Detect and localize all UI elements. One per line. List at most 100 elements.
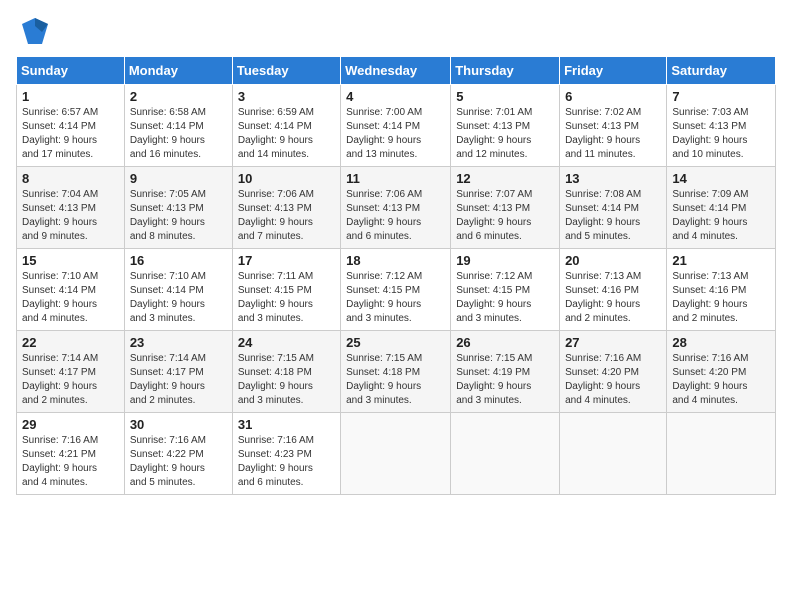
- day-cell: 10Sunrise: 7:06 AM Sunset: 4:13 PM Dayli…: [232, 167, 340, 249]
- day-number: 23: [130, 335, 227, 350]
- day-info: Sunrise: 7:16 AM Sunset: 4:21 PM Dayligh…: [22, 434, 119, 490]
- day-cell: 8 Sunrise: 7:04 AM Sunset: 4:13 PM Daylig…: [17, 167, 125, 249]
- day-number: 18: [346, 253, 445, 268]
- day-number: 28: [672, 335, 770, 350]
- day-number: 30: [130, 417, 227, 432]
- day-info: Sunrise: 7:16 AM Sunset: 4:23 PM Dayligh…: [238, 434, 335, 490]
- day-cell: 17Sunrise: 7:11 AM Sunset: 4:15 PM Dayli…: [232, 249, 340, 331]
- day-info: Sunrise: 7:07 AM Sunset: 4:13 PM Dayligh…: [456, 188, 554, 244]
- day-cell: 7 Sunrise: 7:03 AM Sunset: 4:13 PM Daylig…: [667, 85, 776, 167]
- header-tuesday: Tuesday: [232, 57, 340, 85]
- day-info: Sunrise: 7:03 AM Sunset: 4:13 PM Dayligh…: [672, 106, 770, 162]
- day-cell: 9 Sunrise: 7:05 AM Sunset: 4:13 PM Daylig…: [124, 167, 232, 249]
- day-number: 22: [22, 335, 119, 350]
- day-cell: 2Sunrise: 6:58 AM Sunset: 4:14 PM Daylig…: [124, 85, 232, 167]
- calendar-header: SundayMondayTuesdayWednesdayThursdayFrid…: [17, 57, 776, 85]
- day-number: 9: [130, 171, 227, 186]
- day-number: 14: [672, 171, 770, 186]
- day-info: Sunrise: 7:02 AM Sunset: 4:13 PM Dayligh…: [565, 106, 661, 162]
- day-number: 12: [456, 171, 554, 186]
- day-info: Sunrise: 7:10 AM Sunset: 4:14 PM Dayligh…: [130, 270, 227, 326]
- day-cell: 14 Sunrise: 7:09 AM Sunset: 4:14 PM Dayli…: [667, 167, 776, 249]
- header-saturday: Saturday: [667, 57, 776, 85]
- day-number: 17: [238, 253, 335, 268]
- day-cell: [451, 413, 560, 495]
- week-row-5: 29 Sunrise: 7:16 AM Sunset: 4:21 PM Dayli…: [17, 413, 776, 495]
- day-info: Sunrise: 7:14 AM Sunset: 4:17 PM Dayligh…: [130, 352, 227, 408]
- day-info: Sunrise: 7:16 AM Sunset: 4:20 PM Dayligh…: [565, 352, 661, 408]
- day-info: Sunrise: 7:09 AM Sunset: 4:14 PM Dayligh…: [672, 188, 770, 244]
- day-number: 10: [238, 171, 335, 186]
- day-number: 5: [456, 89, 554, 104]
- day-number: 20: [565, 253, 661, 268]
- day-cell: 20 Sunrise: 7:13 AM Sunset: 4:16 PM Dayli…: [560, 249, 667, 331]
- day-cell: [560, 413, 667, 495]
- day-info: Sunrise: 7:16 AM Sunset: 4:22 PM Dayligh…: [130, 434, 227, 490]
- day-number: 19: [456, 253, 554, 268]
- day-cell: 13 Sunrise: 7:08 AM Sunset: 4:14 PM Dayli…: [560, 167, 667, 249]
- day-info: Sunrise: 7:15 AM Sunset: 4:19 PM Dayligh…: [456, 352, 554, 408]
- day-number: 27: [565, 335, 661, 350]
- day-number: 11: [346, 171, 445, 186]
- day-cell: 27 Sunrise: 7:16 AM Sunset: 4:20 PM Dayli…: [560, 331, 667, 413]
- day-number: 31: [238, 417, 335, 432]
- day-number: 29: [22, 417, 119, 432]
- header-friday: Friday: [560, 57, 667, 85]
- day-number: 7: [672, 89, 770, 104]
- header-thursday: Thursday: [451, 57, 560, 85]
- day-info: Sunrise: 7:15 AM Sunset: 4:18 PM Dayligh…: [238, 352, 335, 408]
- day-number: 4: [346, 89, 445, 104]
- day-number: 6: [565, 89, 661, 104]
- day-cell: 12 Sunrise: 7:07 AM Sunset: 4:13 PM Dayli…: [451, 167, 560, 249]
- header-monday: Monday: [124, 57, 232, 85]
- day-cell: 3 Sunrise: 6:59 AM Sunset: 4:14 PM Daylig…: [232, 85, 340, 167]
- logo-icon: [20, 16, 50, 46]
- day-info: Sunrise: 7:12 AM Sunset: 4:15 PM Dayligh…: [346, 270, 445, 326]
- day-number: 3: [238, 89, 335, 104]
- day-cell: 18 Sunrise: 7:12 AM Sunset: 4:15 PM Dayli…: [341, 249, 451, 331]
- day-cell: 26Sunrise: 7:15 AM Sunset: 4:19 PM Dayli…: [451, 331, 560, 413]
- day-cell: 6 Sunrise: 7:02 AM Sunset: 4:13 PM Daylig…: [560, 85, 667, 167]
- day-cell: 1Sunrise: 6:57 AM Sunset: 4:14 PM Daylig…: [17, 85, 125, 167]
- header-row: SundayMondayTuesdayWednesdayThursdayFrid…: [17, 57, 776, 85]
- day-cell: 28Sunrise: 7:16 AM Sunset: 4:20 PM Dayli…: [667, 331, 776, 413]
- week-row-3: 15 Sunrise: 7:10 AM Sunset: 4:14 PM Dayli…: [17, 249, 776, 331]
- day-number: 16: [130, 253, 227, 268]
- day-cell: 23 Sunrise: 7:14 AM Sunset: 4:17 PM Dayli…: [124, 331, 232, 413]
- day-cell: 19 Sunrise: 7:12 AM Sunset: 4:15 PM Dayli…: [451, 249, 560, 331]
- day-info: Sunrise: 6:59 AM Sunset: 4:14 PM Dayligh…: [238, 106, 335, 162]
- week-row-2: 8 Sunrise: 7:04 AM Sunset: 4:13 PM Daylig…: [17, 167, 776, 249]
- logo: [16, 16, 50, 46]
- day-number: 8: [22, 171, 119, 186]
- day-info: Sunrise: 7:12 AM Sunset: 4:15 PM Dayligh…: [456, 270, 554, 326]
- calendar-body: 1Sunrise: 6:57 AM Sunset: 4:14 PM Daylig…: [17, 85, 776, 495]
- day-cell: 30 Sunrise: 7:16 AM Sunset: 4:22 PM Dayli…: [124, 413, 232, 495]
- day-info: Sunrise: 6:57 AM Sunset: 4:14 PM Dayligh…: [22, 106, 119, 162]
- day-info: Sunrise: 7:00 AM Sunset: 4:14 PM Dayligh…: [346, 106, 445, 162]
- calendar: SundayMondayTuesdayWednesdayThursdayFrid…: [16, 56, 776, 495]
- day-cell: 29 Sunrise: 7:16 AM Sunset: 4:21 PM Dayli…: [17, 413, 125, 495]
- day-cell: [667, 413, 776, 495]
- day-number: 24: [238, 335, 335, 350]
- day-info: Sunrise: 7:08 AM Sunset: 4:14 PM Dayligh…: [565, 188, 661, 244]
- day-number: 13: [565, 171, 661, 186]
- day-info: Sunrise: 7:13 AM Sunset: 4:16 PM Dayligh…: [565, 270, 661, 326]
- day-cell: 4 Sunrise: 7:00 AM Sunset: 4:14 PM Daylig…: [341, 85, 451, 167]
- day-cell: [341, 413, 451, 495]
- header-wednesday: Wednesday: [341, 57, 451, 85]
- day-info: Sunrise: 7:05 AM Sunset: 4:13 PM Dayligh…: [130, 188, 227, 244]
- day-info: Sunrise: 7:01 AM Sunset: 4:13 PM Dayligh…: [456, 106, 554, 162]
- day-number: 15: [22, 253, 119, 268]
- day-cell: 24 Sunrise: 7:15 AM Sunset: 4:18 PM Dayli…: [232, 331, 340, 413]
- day-info: Sunrise: 7:06 AM Sunset: 4:13 PM Dayligh…: [346, 188, 445, 244]
- day-info: Sunrise: 7:10 AM Sunset: 4:14 PM Dayligh…: [22, 270, 119, 326]
- header-sunday: Sunday: [17, 57, 125, 85]
- day-number: 2: [130, 89, 227, 104]
- day-cell: 5 Sunrise: 7:01 AM Sunset: 4:13 PM Daylig…: [451, 85, 560, 167]
- week-row-4: 22 Sunrise: 7:14 AM Sunset: 4:17 PM Dayli…: [17, 331, 776, 413]
- day-number: 25: [346, 335, 445, 350]
- day-cell: 11 Sunrise: 7:06 AM Sunset: 4:13 PM Dayli…: [341, 167, 451, 249]
- day-cell: 15 Sunrise: 7:10 AM Sunset: 4:14 PM Dayli…: [17, 249, 125, 331]
- day-number: 21: [672, 253, 770, 268]
- day-info: Sunrise: 7:04 AM Sunset: 4:13 PM Dayligh…: [22, 188, 119, 244]
